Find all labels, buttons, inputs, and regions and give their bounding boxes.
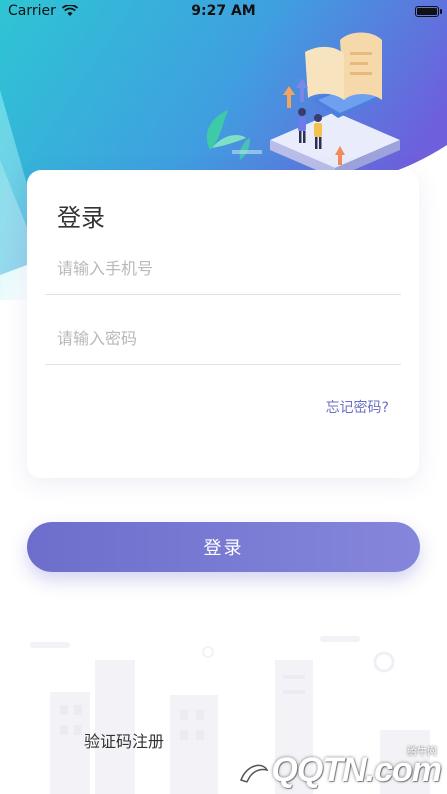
status-time: 9:27 AM <box>191 3 256 19</box>
login-card: 登录 忘记密码? <box>27 170 419 478</box>
battery-level <box>417 7 437 15</box>
watermark-small-text: 腾牛网 <box>407 747 437 758</box>
wifi-icon <box>61 5 78 16</box>
battery-icon <box>415 5 442 17</box>
login-button[interactable]: 登录 <box>27 522 420 572</box>
status-bar: Carrier 9:27 AM <box>0 0 447 22</box>
card-title: 登录 <box>57 204 105 232</box>
forgot-password-link[interactable]: 忘记密码? <box>326 397 389 417</box>
phone-input[interactable] <box>45 242 401 294</box>
watermark: QQTN.com 腾牛网 <box>237 747 442 790</box>
phone-field <box>45 242 401 295</box>
qqtn-logo-icon <box>240 764 269 788</box>
register-link[interactable]: 验证码注册 <box>84 728 164 752</box>
password-input[interactable] <box>45 312 401 364</box>
carrier-label: Carrier <box>8 3 56 19</box>
password-field <box>45 312 401 365</box>
